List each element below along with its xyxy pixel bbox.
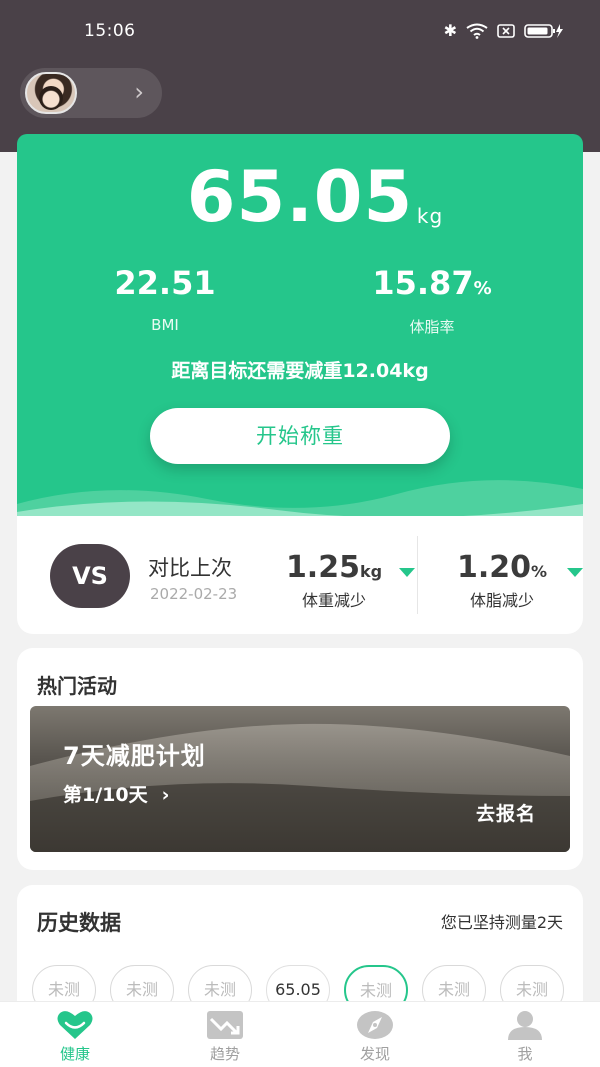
tab-discover[interactable]: 发现 bbox=[300, 1002, 450, 1067]
activity-progress: 第1/10天 › bbox=[63, 784, 170, 806]
vs-badge: VS bbox=[50, 544, 130, 608]
heart-icon bbox=[56, 1010, 94, 1044]
weight-number: 65.05 bbox=[186, 156, 414, 238]
bottom-tab-bar: 健康 趋势 发现 我 bbox=[0, 1001, 600, 1067]
tab-label: 发现 bbox=[359, 1045, 390, 1063]
goal-remaining-text: 距离目标还需要减重12.04kg bbox=[171, 360, 429, 382]
comparison-card[interactable]: VS 对比上次 2022-02-23 1.25kg 体重减少 1.20% 体脂减… bbox=[17, 516, 583, 634]
section-title: 热门活动 bbox=[37, 674, 117, 698]
signup-button[interactable]: 去报名 bbox=[476, 799, 536, 826]
section-title: 历史数据 bbox=[37, 911, 121, 935]
bmi-label: BMI bbox=[151, 316, 179, 334]
weight-change-value: 1.25kg bbox=[285, 550, 383, 585]
wifi-icon bbox=[466, 23, 488, 39]
streak-note: 您已坚持测量2天 bbox=[440, 913, 563, 932]
tab-trend[interactable]: 趋势 bbox=[150, 1002, 300, 1067]
activity-banner[interactable]: 7天减肥计划 第1/10天 › 去报名 bbox=[30, 706, 570, 852]
trend-icon bbox=[206, 1010, 244, 1044]
divider bbox=[417, 536, 418, 614]
chevron-right-icon: › bbox=[134, 78, 144, 106]
fat-change-metric: 1.20% 体脂减少 bbox=[437, 550, 583, 611]
current-weight: 65.05 kg bbox=[17, 156, 583, 238]
weight-summary-card: 65.05 kg 22.51 BMI 15.87% 体脂率 距离目标还需要减重1… bbox=[17, 134, 583, 534]
bmi-stat: 22.51 BMI bbox=[99, 264, 231, 334]
compare-date: 2022-02-23 bbox=[150, 585, 238, 603]
weight-change-metric: 1.25kg 体重减少 bbox=[269, 550, 415, 611]
activity-title: 7天减肥计划 bbox=[63, 742, 206, 770]
compare-title: 对比上次 bbox=[148, 556, 232, 580]
hot-activities-card: 热门活动 7天减肥计划 第1/10天 › 去报名 bbox=[17, 648, 583, 870]
tab-label: 我 bbox=[517, 1045, 533, 1063]
down-arrow-icon bbox=[399, 568, 415, 577]
body-fat-label: 体脂率 bbox=[409, 318, 455, 336]
profile-switcher[interactable]: › bbox=[20, 68, 162, 118]
compass-icon bbox=[356, 1010, 394, 1044]
body-fat-value: 15.87% bbox=[372, 264, 492, 302]
mountain-image bbox=[30, 723, 570, 852]
tab-health[interactable]: 健康 bbox=[0, 1002, 150, 1067]
body-fat-stat: 15.87% 体脂率 bbox=[362, 264, 502, 337]
bluetooth-icon: ✱ bbox=[443, 21, 457, 40]
status-bar: 15:06 ✱ bbox=[0, 0, 600, 62]
tab-label: 健康 bbox=[59, 1045, 90, 1063]
chevron-right-icon: › bbox=[161, 784, 170, 806]
down-arrow-icon bbox=[567, 568, 583, 577]
tab-label: 趋势 bbox=[209, 1045, 240, 1063]
weight-unit: kg bbox=[416, 204, 444, 228]
sim-card-icon bbox=[497, 23, 515, 38]
tab-me[interactable]: 我 bbox=[450, 1002, 600, 1067]
start-weighing-button[interactable]: 开始称重 bbox=[150, 408, 450, 464]
user-icon bbox=[506, 1010, 544, 1044]
avatar bbox=[25, 72, 77, 114]
fat-change-label: 体脂减少 bbox=[469, 591, 534, 610]
battery-icon bbox=[524, 23, 564, 39]
fat-change-value: 1.20% bbox=[456, 550, 548, 585]
bmi-value: 22.51 bbox=[114, 264, 216, 302]
status-time: 15:06 bbox=[84, 21, 136, 41]
weight-change-label: 体重减少 bbox=[301, 591, 366, 610]
status-icons: ✱ bbox=[444, 21, 564, 40]
